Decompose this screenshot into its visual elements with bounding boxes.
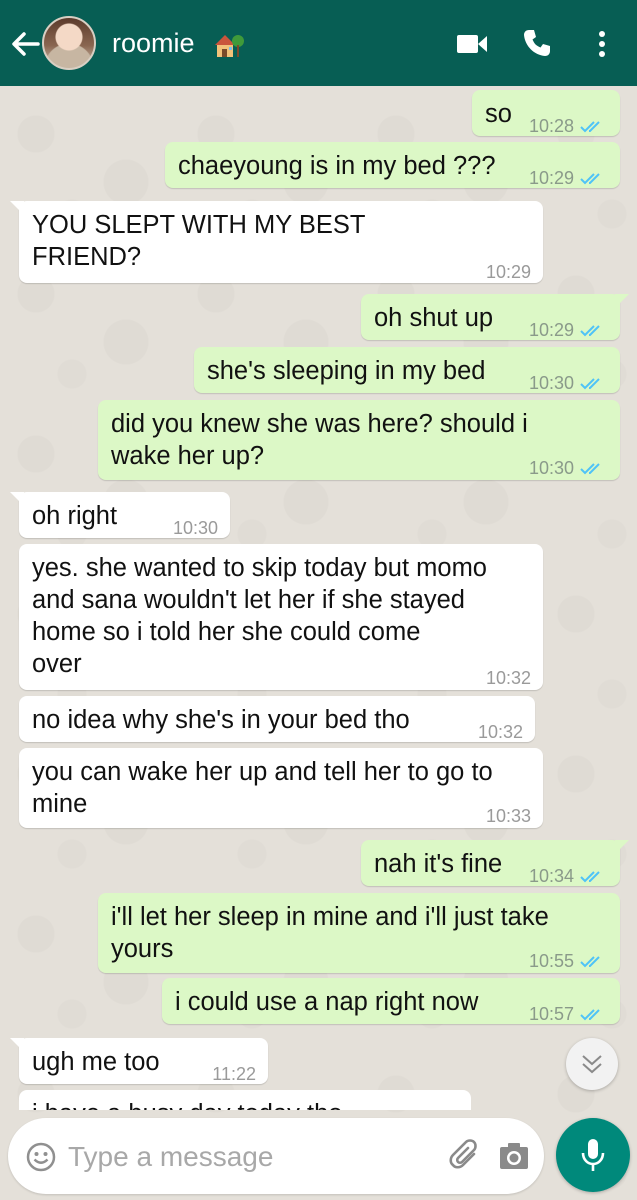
message-text: ugh me too [32,1048,160,1076]
voice-message-button[interactable] [556,1118,630,1192]
message-text: i have a busy day today tho [32,1098,342,1110]
read-receipt-icon [580,324,606,338]
message-time: 10:29 [485,262,531,282]
message-time: 10:34 [528,866,574,886]
message-text: i could use a nap right now [175,988,479,1016]
read-receipt-icon [580,377,606,391]
message-text: nah it's fine [374,850,503,878]
message-meta: 10:30 [529,367,606,399]
message-text: yes. she wanted to skip today but momo a… [32,554,487,678]
outgoing-message[interactable]: did you knew she was here? should i wake… [98,400,620,480]
voice-call-icon[interactable] [522,28,552,58]
outgoing-message[interactable]: so 10:28 [472,90,620,136]
message-time: 10:28 [528,116,574,136]
message-text: you can wake her up and tell her to go t… [32,758,493,818]
incoming-message[interactable]: i have a busy day today tho [19,1090,471,1110]
contact-avatar[interactable] [42,16,96,70]
chat-header: roomie [0,0,637,86]
camera-icon[interactable] [498,1140,530,1172]
message-text: oh right [32,502,118,530]
video-call-icon[interactable] [456,33,488,55]
clipped-message-container: i have a busy day today tho [19,1090,471,1110]
incoming-message[interactable]: no idea why she's in your bed tho 10:32 [19,696,535,742]
message-text: so [485,100,512,128]
message-time: 11:22 [212,1064,256,1084]
outgoing-message[interactable]: i'll let her sleep in mine and i'll just… [98,893,620,973]
message-text: no idea why she's in your bed tho [32,706,410,734]
message-meta: 10:57 [529,998,606,1030]
microphone-icon [581,1139,605,1171]
more-options-icon[interactable] [596,30,608,58]
outgoing-message[interactable]: chaeyoung is in my bed ??? 10:29 [165,142,620,188]
read-receipt-icon [580,870,606,884]
message-time: 10:57 [528,1004,574,1024]
read-receipt-icon [580,462,606,476]
bubble-tail [10,1038,24,1052]
message-time: 10:30 [172,518,218,538]
bubble-tail [615,840,629,854]
house-with-garden-icon [215,35,244,57]
message-text: chaeyoung is in my bed ??? [178,152,496,180]
message-time: 10:33 [485,806,531,826]
message-text: did you knew she was here? should i wake… [111,410,528,470]
message-time: 10:29 [528,168,574,188]
outgoing-message[interactable]: she's sleeping in my bed 10:30 [194,347,620,393]
message-input[interactable] [66,1136,430,1178]
incoming-message[interactable]: ugh me too 11:22 [10,1038,268,1084]
message-meta: 10:29 [529,162,606,194]
incoming-message[interactable]: oh right 10:30 [10,492,230,538]
double-chevron-down-icon [582,1055,602,1074]
message-time: 10:32 [485,668,531,688]
message-time: 10:30 [528,373,574,393]
scroll-to-bottom-button[interactable] [566,1038,618,1090]
message-meta: 10:34 [529,860,606,892]
read-receipt-icon [580,955,606,969]
back-arrow-icon[interactable] [10,30,40,58]
read-receipt-icon [580,1008,606,1022]
outgoing-message[interactable]: i could use a nap right now 10:57 [162,978,620,1024]
incoming-message[interactable]: yes. she wanted to skip today but momo a… [19,544,543,690]
message-meta: 10:55 [529,945,606,977]
message-time: 10:29 [528,320,574,340]
attachment-paperclip-icon[interactable] [448,1138,482,1172]
emoji-icon[interactable] [26,1142,56,1172]
message-time: 10:32 [477,722,523,742]
bubble-tail [615,294,629,308]
bubble-tail [10,201,24,215]
incoming-message[interactable]: YOU SLEPT WITH MY BEST FRIEND? 10:29 [10,201,543,283]
read-receipt-icon [580,120,606,134]
contact-name[interactable]: roomie [112,28,195,59]
message-time: 10:30 [528,458,574,478]
message-text: i'll let her sleep in mine and i'll just… [111,903,549,963]
message-meta: 10:29 [529,314,606,346]
read-receipt-icon [580,172,606,186]
incoming-message[interactable]: you can wake her up and tell her to go t… [19,748,543,828]
outgoing-message[interactable]: nah it's fine 10:34 [361,840,629,886]
message-meta: 10:28 [529,110,606,142]
message-text: YOU SLEPT WITH MY BEST FRIEND? [32,211,366,271]
message-text: oh shut up [374,304,494,332]
message-text: she's sleeping in my bed [207,357,486,385]
outgoing-message[interactable]: oh shut up 10:29 [361,294,629,340]
message-time: 10:55 [528,951,574,971]
message-composer [8,1118,544,1194]
message-meta: 10:30 [529,452,606,484]
bubble-tail [10,492,24,506]
